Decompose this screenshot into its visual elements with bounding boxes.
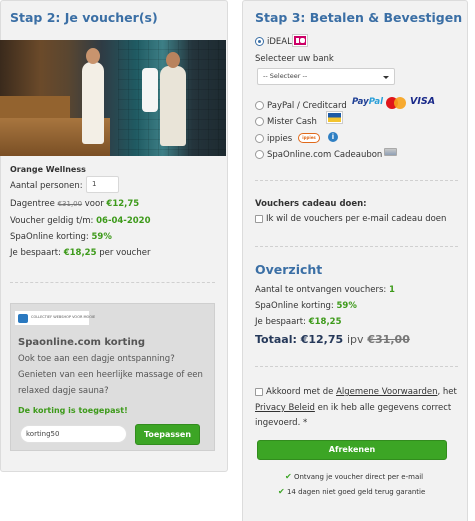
overview-count-line: Aantal te ontvangen vouchers: 1	[255, 285, 395, 295]
overview-total-label: Totaal: €12,75	[255, 333, 344, 346]
guarantee-2-text: 14 dagen niet goed geld terug garantie	[286, 488, 426, 496]
ippies-logo-icon: ippies	[298, 133, 320, 143]
spaonline-logo-mark	[18, 314, 28, 323]
giftcard-icon	[384, 148, 397, 156]
mastercard-icon	[386, 97, 406, 109]
paypal-label: PayPal / Creditcard	[267, 101, 347, 111]
persons-label: Aantal personen:	[10, 181, 83, 191]
discount-line: SpaOnline korting: 59%	[10, 232, 112, 242]
right-divider-2	[255, 246, 458, 247]
ideal-label: iDEAL	[267, 37, 292, 47]
right-divider-3	[255, 366, 458, 367]
info-icon[interactable]: i	[328, 132, 338, 142]
saved-value: €18,25	[63, 248, 97, 258]
overview-total-ipv: ipv	[347, 333, 364, 346]
overview-count-label: Aantal te ontvangen vouchers:	[255, 285, 387, 295]
promo-body-1: Ook toe aan een dagje ontspanning?	[18, 354, 175, 364]
dagentree-line: Dagentree €31,00 voor €12,75	[10, 199, 139, 209]
paypal-logo-pal: Pal	[368, 97, 384, 107]
overview-discount-value: 59%	[336, 301, 357, 311]
overview-discount-label: SpaOnline korting:	[255, 301, 334, 311]
overview-discount-line: SpaOnline korting: 59%	[255, 301, 357, 311]
cadeaubon-label: SpaOnline.com Cadeaubon	[267, 150, 383, 160]
ippies-label: ippies	[267, 134, 293, 144]
paypal-logo-icon: PayPal	[352, 97, 383, 107]
bank-select-value: -- Selecteer --	[263, 72, 308, 80]
step2-heading: Stap 2: Je voucher(s)	[10, 10, 158, 25]
check-icon: ✔	[278, 487, 285, 496]
promo-applied-message: De korting is toegepast!	[18, 406, 128, 415]
guarantee-1-text: Ontvang je voucher direct per e-mail	[293, 473, 424, 481]
gift-heading: Vouchers cadeau doen:	[255, 199, 367, 209]
ideal-icon	[292, 34, 308, 47]
overview-total: Totaal: €12,75 ipv €31,00	[255, 333, 410, 346]
visa-logo-icon: VISA	[410, 96, 436, 107]
discount-label: SpaOnline korting:	[10, 232, 89, 242]
bank-label: Selecteer uw bank	[255, 54, 334, 64]
saved-label: Je bespaart:	[10, 248, 61, 258]
mistercash-label: Mister Cash	[267, 117, 317, 127]
valid-line: Voucher geldig t/m: 06-04-2020	[10, 216, 151, 226]
guarantee-1: ✔ Ontvang je voucher direct per e-mail	[285, 472, 423, 481]
terms-conditions-link[interactable]: Algemene Voorwaarden	[336, 387, 437, 397]
privacy-policy-link[interactable]: Privacy Beleid	[255, 403, 315, 413]
terms-line-3: ingevoerd. *	[255, 418, 308, 428]
left-divider	[10, 282, 215, 283]
mistercash-radio[interactable]	[255, 117, 264, 126]
spaonline-logo-text: COLLECTIEF WEBSHOP VOOR MOOIE	[31, 315, 96, 319]
valid-date: 06-04-2020	[96, 216, 151, 226]
overview-heading: Overzicht	[255, 262, 323, 277]
terms-line2-post: en ik heb alle gegevens correct	[314, 403, 452, 413]
saved-line: Je bespaart: €18,25 per voucher	[10, 248, 150, 258]
terms-line-1: Akkoord met de Algemene Voorwaarden, het	[266, 387, 457, 397]
gift-checkbox-label: Ik wil de vouchers per e-mail cadeau doe…	[266, 214, 447, 224]
gift-checkbox[interactable]	[255, 215, 263, 223]
ideal-radio[interactable]	[255, 37, 264, 46]
paypal-logo-pay: Pay	[352, 97, 369, 107]
right-divider-1	[255, 180, 458, 181]
dagentree-new-price: €12,75	[106, 199, 140, 209]
terms-line1-pre: Akkoord met de	[266, 387, 337, 397]
discount-value: 59%	[91, 232, 112, 242]
guarantee-2: ✔ 14 dagen niet goed geld terug garantie	[278, 487, 425, 496]
overview-saved-line: Je bespaart: €18,25	[255, 317, 342, 327]
saved-suffix: per voucher	[99, 248, 151, 258]
overview-total-old: €31,00	[367, 333, 410, 346]
product-photo	[0, 40, 226, 156]
terms-checkbox[interactable]	[255, 388, 263, 396]
overview-saved-label: Je bespaart:	[255, 317, 306, 327]
bank-select[interactable]: -- Selecteer --	[257, 68, 395, 85]
overview-count-value: 1	[388, 285, 395, 295]
spaonline-logo: COLLECTIEF WEBSHOP VOOR MOOIE	[14, 310, 95, 326]
terms-line1-post: , het	[437, 387, 457, 397]
overview-saved-value: €18,25	[308, 317, 342, 327]
apply-code-button[interactable]: Toepassen	[135, 424, 200, 445]
check-icon: ✔	[285, 472, 292, 481]
chevron-down-icon	[383, 76, 389, 79]
ippies-radio[interactable]	[255, 134, 264, 143]
dagentree-old-price: €31,00	[57, 200, 83, 208]
valid-label: Voucher geldig t/m:	[10, 216, 94, 226]
promo-body-3: relaxed dagje sauna?	[18, 386, 109, 396]
paypal-radio[interactable]	[255, 101, 264, 110]
promo-title: Spaonline.com korting	[18, 337, 146, 348]
bancontact-icon	[326, 111, 343, 124]
dagentree-label: Dagentree	[10, 199, 55, 209]
dagentree-voor: voor	[84, 199, 104, 209]
promo-body-2: Genieten van een heerlijke massage of ee…	[18, 370, 203, 380]
checkout-button[interactable]: Afrekenen	[257, 440, 447, 460]
promo-code-input[interactable]: korting50	[20, 425, 127, 443]
step3-heading: Stap 3: Betalen & Bevestigen	[255, 10, 463, 25]
cadeaubon-radio[interactable]	[255, 150, 264, 159]
persons-input[interactable]: 1	[86, 176, 119, 193]
terms-line-2: Privacy Beleid en ik heb alle gegevens c…	[255, 403, 451, 413]
product-name: Orange Wellness	[10, 165, 86, 174]
